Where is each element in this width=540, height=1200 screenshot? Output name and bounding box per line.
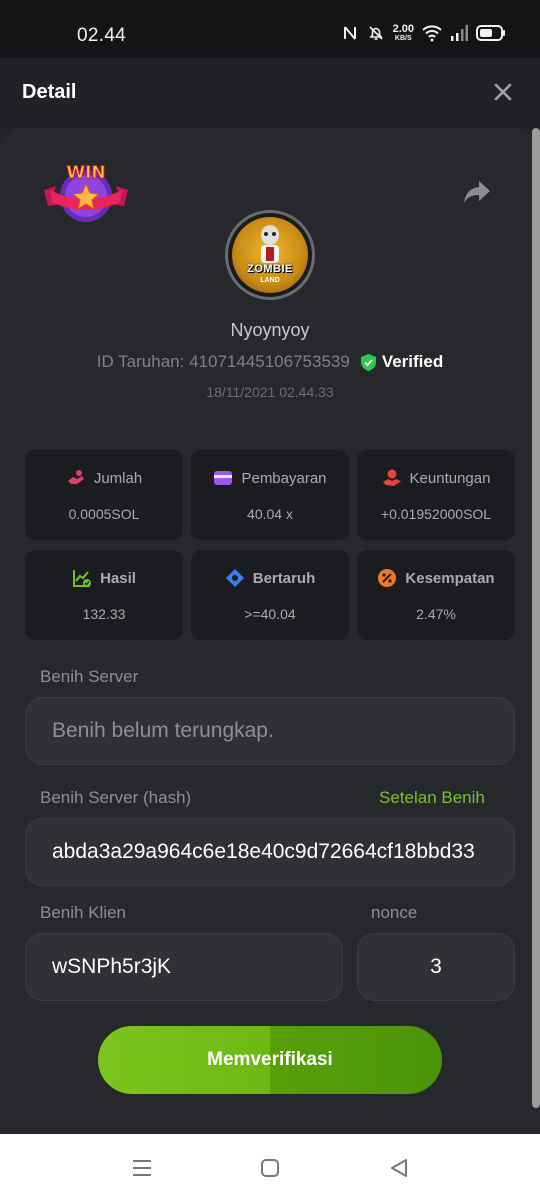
seed-settings-link[interactable]: Setelan Benih: [379, 788, 485, 808]
stat-payout: Pembayaran 40.04 x: [191, 450, 349, 540]
stat-bet-label: Bertaruh: [252, 569, 316, 587]
share-icon[interactable]: [462, 178, 492, 206]
close-icon[interactable]: [493, 82, 513, 102]
status-time: 02.44: [77, 25, 127, 46]
stat-chance: Kesempatan 2.47%: [357, 550, 515, 640]
bet-id-label: ID Taruhan:: [96, 352, 185, 371]
wifi-icon: [422, 25, 442, 42]
coin-hand-icon: [382, 469, 401, 486]
stat-profit-value: +0.01952000SOL: [380, 506, 492, 522]
nonce-value: 3: [430, 955, 442, 978]
stat-chance-value: 2.47%: [416, 606, 456, 622]
nonce-label: nonce: [371, 903, 418, 922]
client-seed-field[interactable]: wSNPh5r3jK: [25, 933, 343, 1001]
header: Detail: [0, 58, 540, 130]
stat-profit-label: Keuntungan: [409, 469, 491, 487]
home-icon[interactable]: [258, 1156, 282, 1180]
server-seed-field[interactable]: Benih belum terungkap.: [25, 697, 515, 765]
client-seed-value: wSNPh5r3jK: [52, 955, 172, 978]
win-badge-text: WIN: [66, 163, 105, 183]
status-bar: 02.44 2.00 KB/S: [0, 0, 540, 58]
stat-amount: Jumlah 0.0005SOL: [25, 450, 183, 540]
scrollbar[interactable]: [532, 128, 540, 1108]
stat-result-value: 132.33: [82, 606, 126, 622]
avatar-text-top: ZOMBIE: [247, 263, 293, 275]
bet-id: 41071445106753539: [189, 352, 350, 371]
percent-icon: [378, 569, 397, 587]
server-hash-value: abda3a29a964c6e18e40c9d72664cf18bbd33: [52, 840, 475, 863]
net-speed: 2.00 KB/S: [392, 23, 414, 43]
stat-profit: Keuntungan +0.01952000SOL: [357, 450, 515, 540]
verify-button[interactable]: Memverifikasi: [98, 1026, 442, 1094]
menu-icon[interactable]: [130, 1156, 154, 1180]
stat-payout-value: 40.04 x: [247, 506, 293, 522]
avatar: ZOMBIE LAND: [225, 210, 315, 300]
avatar-image: ZOMBIE LAND: [232, 217, 308, 293]
stat-bet-value: >=40.04: [244, 606, 296, 622]
signal-icon: [451, 25, 468, 41]
server-hash-field[interactable]: abda3a29a964c6e18e40c9d72664cf18bbd33: [25, 818, 515, 886]
money-hand-icon: [67, 470, 84, 484]
server-seed-value: Benih belum terungkap.: [52, 719, 274, 742]
nonce-field[interactable]: 3: [357, 933, 515, 1001]
avatar-text-bottom: LAND: [260, 277, 280, 284]
system-nav-bar: [0, 1134, 540, 1200]
verified-label: Verified: [381, 352, 444, 371]
tag-icon: [225, 569, 244, 587]
stat-amount-label: Jumlah: [93, 469, 143, 487]
verified-badge: Verified: [360, 352, 443, 372]
server-hash-label: Benih Server (hash): [40, 788, 192, 807]
username: Nyoynyoy: [230, 320, 310, 340]
stat-result: Hasil 132.33: [25, 550, 183, 640]
stat-chance-label: Kesempatan: [405, 569, 495, 587]
chart-check-icon: [73, 570, 92, 587]
nfc-icon: [343, 26, 356, 40]
mute-bell-icon: [368, 26, 383, 40]
shield-check-icon: [360, 353, 376, 371]
status-icons: 2.00 KB/S: [341, 24, 506, 42]
card-icon: [214, 471, 233, 485]
stat-payout-label: Pembayaran: [241, 469, 327, 487]
client-seed-label: Benih Klien: [40, 903, 127, 922]
stat-bet: Bertaruh >=40.04: [191, 550, 349, 640]
stat-amount-value: 0.0005SOL: [68, 506, 140, 522]
battery-icon: [476, 25, 505, 41]
server-seed-label: Benih Server: [40, 667, 139, 686]
bet-datetime: 18/11/2021 02.44.33: [206, 384, 334, 400]
win-badge-icon: WIN: [44, 163, 128, 222]
bet-id-row: ID Taruhan: 41071445106753539 Verified: [0, 352, 540, 372]
stat-result-label: Hasil: [100, 569, 136, 587]
back-icon[interactable]: [387, 1156, 411, 1180]
page-title: Detail: [22, 81, 77, 103]
